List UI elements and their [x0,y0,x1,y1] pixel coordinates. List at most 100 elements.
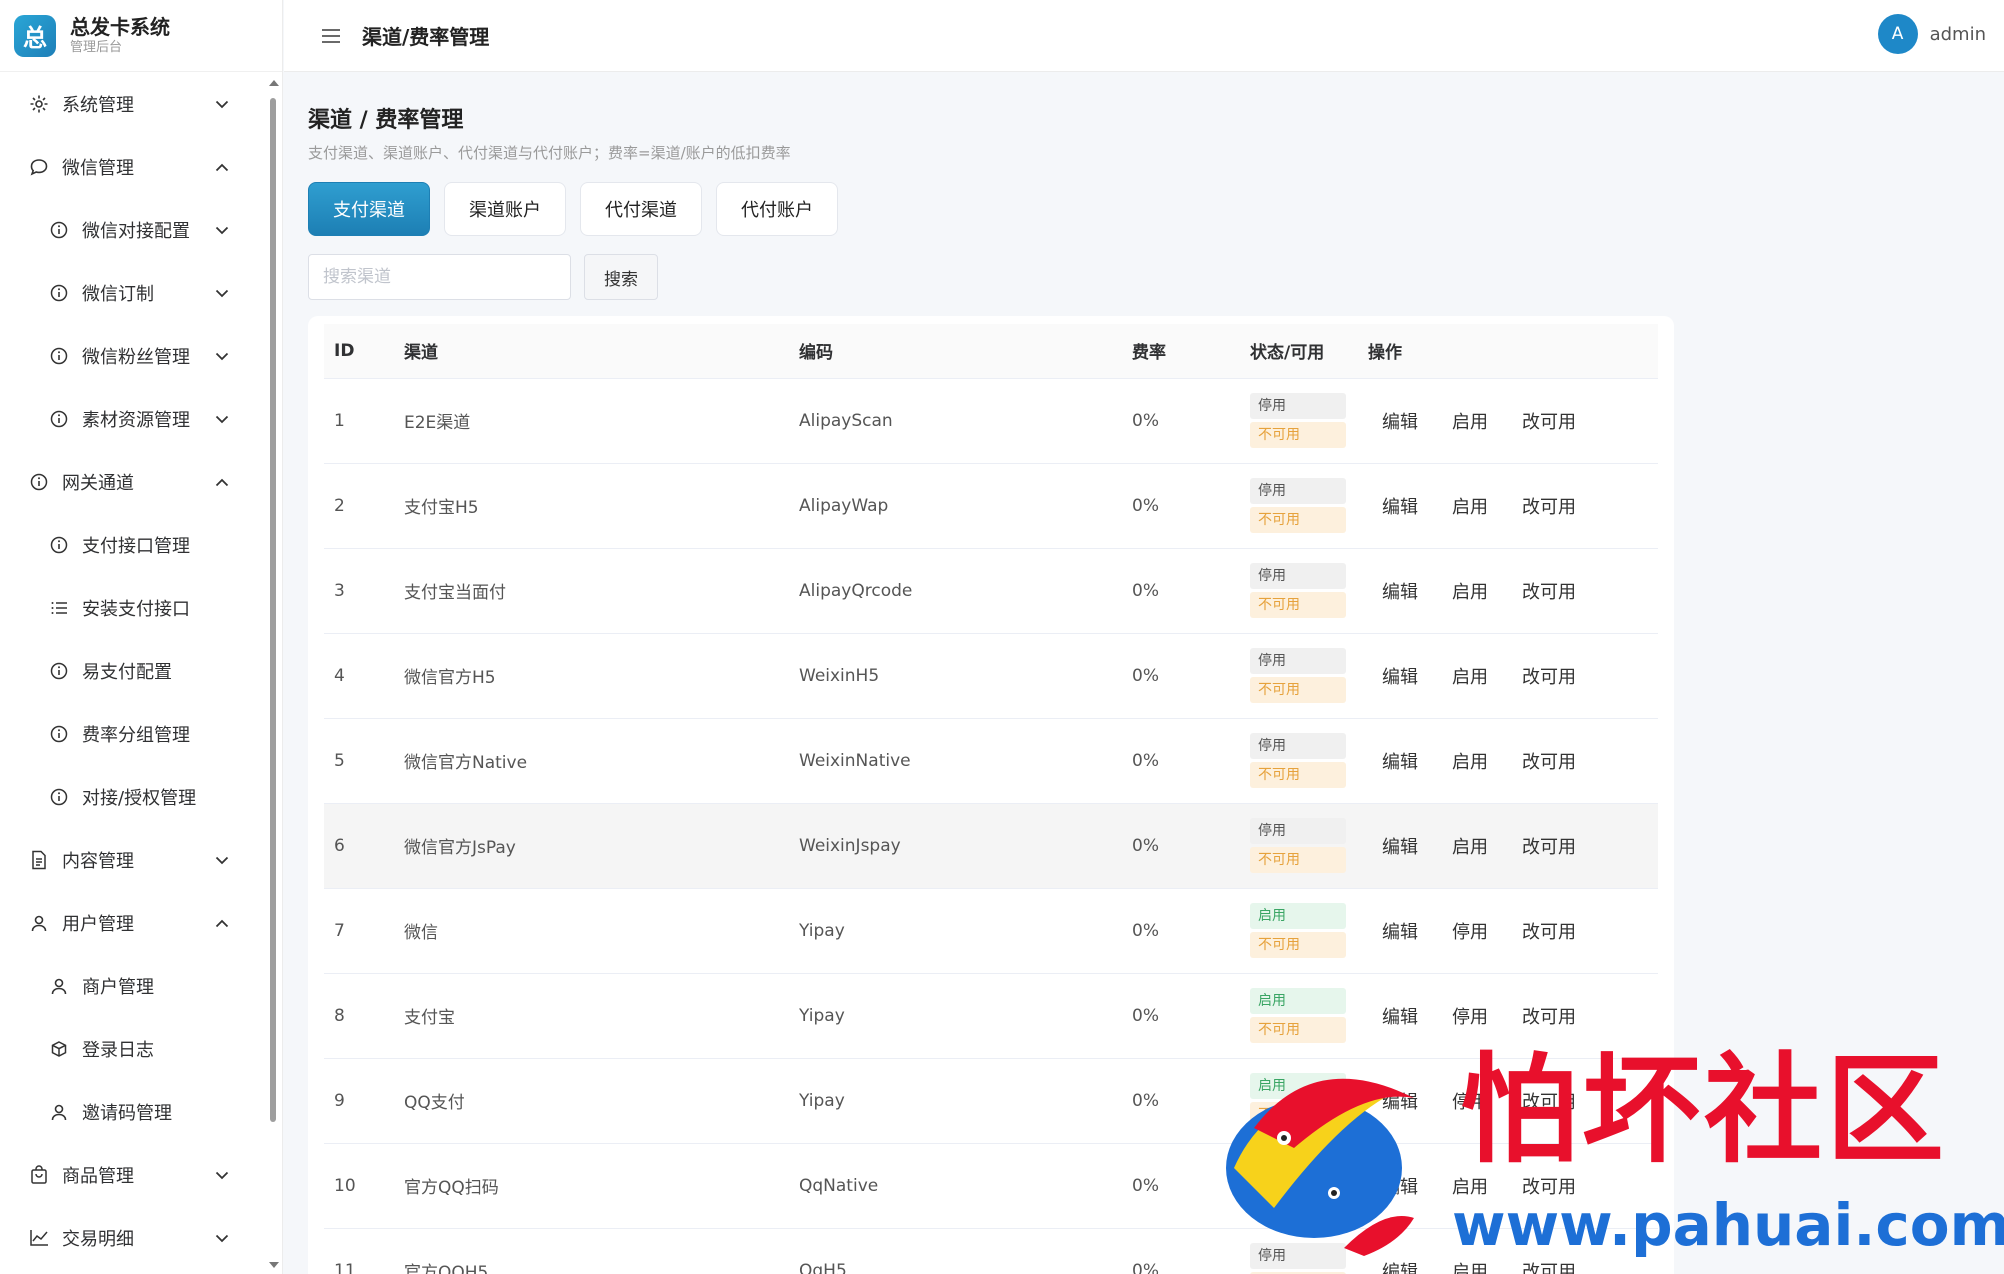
edit-button[interactable]: 编辑 [1382,1262,1418,1274]
availability-badge: 不可用 [1250,677,1346,703]
edit-button[interactable]: 编辑 [1382,412,1418,433]
toggle-status-button[interactable]: 停用 [1452,922,1488,943]
tab-3[interactable]: 代付账户 [716,182,838,236]
sidebar-item-label: 网关通道 [62,472,134,494]
chevron-up-icon[interactable] [212,472,232,492]
cell-rate: 0% [1132,803,1250,889]
tab-bar: 支付渠道 渠道账户 代付渠道 代付账户 [308,182,852,236]
chevron-down-icon[interactable] [212,409,232,429]
sidebar-item[interactable]: 易支付配置 [0,639,270,702]
toggle-available-button[interactable]: 改可用 [1522,922,1576,943]
toggle-available-button[interactable]: 改可用 [1522,752,1576,773]
toggle-status-button[interactable]: 启用 [1452,1262,1488,1274]
chevron-down-icon[interactable] [212,1165,232,1185]
edit-button[interactable]: 编辑 [1382,837,1418,858]
sidebar-item[interactable]: 安装支付接口 [0,576,270,639]
info-icon [48,345,70,367]
chevron-down-icon[interactable] [212,850,232,870]
toggle-status-button[interactable]: 停用 [1452,1007,1488,1028]
user-name[interactable]: admin [1930,24,1986,45]
menu-toggle-icon[interactable] [320,25,342,47]
chevron-down-icon[interactable] [212,1228,232,1248]
toggle-available-button[interactable]: 改可用 [1522,497,1576,518]
chevron-down-icon[interactable] [212,94,232,114]
sidebar-item[interactable]: 对接/授权管理 [0,765,270,828]
cell-code: QqNative [799,1143,1132,1229]
table-row: 8 支付宝 Yipay 0% 启用 不可用 编辑 停用 改可用 [324,973,1658,1059]
edit-button[interactable]: 编辑 [1382,497,1418,518]
cell-actions: 编辑 启用 改可用 [1368,463,1658,549]
chevron-down-icon[interactable] [212,346,232,366]
search-input[interactable] [308,254,571,300]
col-header-id: ID [324,324,404,379]
toggle-available-button[interactable]: 改可用 [1522,837,1576,858]
chevron-down-icon[interactable] [212,220,232,240]
availability-badge: 不可用 [1250,932,1346,958]
toggle-available-button[interactable]: 改可用 [1522,412,1576,433]
sidebar-scrollbar[interactable] [270,98,276,1122]
sidebar-item[interactable]: 邀请码管理 [0,1080,270,1143]
cell-code: Yipay [799,973,1132,1059]
edit-button[interactable]: 编辑 [1382,582,1418,603]
sidebar-item[interactable]: 微信对接配置 [0,198,270,261]
document-icon [28,849,50,871]
sidebar-item[interactable]: 系统管理 [0,72,270,135]
sidebar-item[interactable]: 微信粉丝管理 [0,324,270,387]
sidebar-item[interactable]: 微信管理 [0,135,270,198]
toggle-status-button[interactable]: 启用 [1452,752,1488,773]
cell-status: 停用不可用 [1250,378,1368,464]
toggle-available-button[interactable]: 改可用 [1522,1007,1576,1028]
sidebar-item[interactable]: 微信订制 [0,261,270,324]
cell-channel: 微信官方JsPay [404,803,799,889]
toggle-available-button[interactable]: 改可用 [1522,667,1576,688]
cell-channel: 支付宝当面付 [404,548,799,634]
sidebar-item[interactable]: 商户管理 [0,954,270,1017]
sidebar-item-label: 微信订制 [82,283,154,305]
cube-icon [48,1038,70,1060]
table-row: 6 微信官方JsPay WeixinJspay 0% 停用 不可用 编辑 启用 改可用 [324,803,1658,889]
tab-1[interactable]: 渠道账户 [444,182,566,236]
col-header-rate: 费率 [1132,324,1250,379]
sidebar-item-label: 商户管理 [82,976,154,998]
search-button[interactable]: 搜索 [584,254,658,300]
sidebar-item[interactable]: 交易明细 [0,1206,270,1269]
sidebar-item[interactable]: 素材资源管理 [0,387,270,450]
sidebar-item[interactable]: 用户管理 [0,891,270,954]
edit-button[interactable]: 编辑 [1382,752,1418,773]
toggle-status-button[interactable]: 启用 [1452,667,1488,688]
col-header-status: 状态/可用 [1250,324,1368,379]
page-description: 支付渠道、渠道账户、代付渠道与代付账户；费率=渠道/账户的低扣费率 [308,144,791,162]
toggle-status-button[interactable]: 启用 [1452,497,1488,518]
tab-0[interactable]: 支付渠道 [308,182,430,236]
cell-id: 7 [324,888,404,974]
sidebar-item[interactable]: 费率分组管理 [0,702,270,765]
sidebar-item-label: 登录日志 [82,1039,154,1061]
table-row: 4 微信官方H5 WeixinH5 0% 停用 不可用 编辑 启用 改可用 [324,633,1658,719]
toggle-available-button[interactable]: 改可用 [1522,1262,1576,1274]
brand-logo: 总 [14,14,56,57]
avatar[interactable]: A [1877,14,1918,54]
edit-button[interactable]: 编辑 [1382,1007,1418,1028]
brand[interactable]: 总 总发卡系统 管理后台 [0,0,282,72]
chevron-up-icon[interactable] [212,157,232,177]
toggle-status-button[interactable]: 启用 [1452,837,1488,858]
chevron-down-icon[interactable] [212,283,232,303]
sidebar-item[interactable]: 网关通道 [0,450,270,513]
scroll-down-arrow[interactable] [269,1262,279,1268]
edit-button[interactable]: 编辑 [1382,667,1418,688]
user-menu[interactable]: A admin [1877,14,1986,54]
scroll-up-arrow[interactable] [269,80,279,86]
status-badge: 停用 [1250,648,1346,674]
toggle-status-button[interactable]: 启用 [1452,582,1488,603]
chevron-up-icon[interactable] [212,913,232,933]
sidebar-item[interactable]: 内容管理 [0,828,270,891]
sidebar-item[interactable]: 商品管理 [0,1143,270,1206]
tab-2[interactable]: 代付渠道 [580,182,702,236]
toggle-available-button[interactable]: 改可用 [1522,582,1576,603]
edit-button[interactable]: 编辑 [1382,922,1418,943]
chat-icon [28,156,50,178]
toggle-status-button[interactable]: 启用 [1452,412,1488,433]
sidebar-item[interactable]: 支付接口管理 [0,513,270,576]
sidebar-item[interactable]: 登录日志 [0,1017,270,1080]
brand-title: 总发卡系统 [70,14,170,39]
